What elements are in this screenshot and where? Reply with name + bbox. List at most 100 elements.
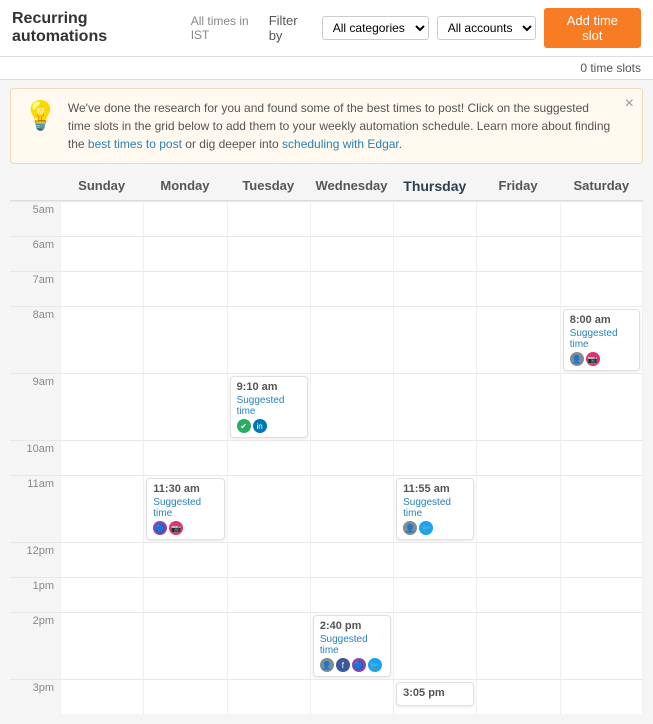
cell-mon-12pm[interactable] — [143, 542, 226, 577]
cell-tue-1pm[interactable] — [227, 577, 310, 612]
cell-sun-7am[interactable] — [60, 271, 143, 306]
cell-mon-8am[interactable] — [143, 306, 226, 373]
cell-sun-12pm[interactable] — [60, 542, 143, 577]
cell-mon-1pm[interactable] — [143, 577, 226, 612]
cell-sat-5am[interactable] — [560, 201, 643, 236]
cell-mon-10am[interactable] — [143, 440, 226, 475]
cell-wed-8am[interactable] — [310, 306, 393, 373]
suggested-slot-tue-9am[interactable]: 9:10 am Suggested time ✔ in — [230, 376, 308, 438]
cell-fri-2pm[interactable] — [476, 612, 559, 679]
cell-sat-11am[interactable] — [560, 475, 643, 542]
cell-sat-8am[interactable]: 8:00 am Suggested time 👤 📷 — [560, 306, 643, 373]
cell-tue-9am[interactable]: 9:10 am Suggested time ✔ in — [227, 373, 310, 440]
row-9am: 9am 9:10 am Suggested time ✔ in — [10, 373, 643, 440]
cell-mon-6am[interactable] — [143, 236, 226, 271]
cell-sat-3pm[interactable] — [560, 679, 643, 714]
cell-wed-9am[interactable] — [310, 373, 393, 440]
row-1pm: 1pm — [10, 577, 643, 612]
time-label-2pm: 2pm — [10, 612, 60, 679]
cell-wed-6am[interactable] — [310, 236, 393, 271]
category-filter[interactable]: All categories — [322, 16, 429, 40]
row-10am: 10am — [10, 440, 643, 475]
cell-sun-10am[interactable] — [60, 440, 143, 475]
cell-thu-6am[interactable] — [393, 236, 476, 271]
cell-mon-3pm[interactable] — [143, 679, 226, 714]
cell-tue-7am[interactable] — [227, 271, 310, 306]
cell-sat-12pm[interactable] — [560, 542, 643, 577]
cell-wed-3pm[interactable] — [310, 679, 393, 714]
tuesday-header: Tuesday — [227, 172, 310, 201]
row-5am: 5am — [10, 201, 643, 236]
cell-fri-9am[interactable] — [476, 373, 559, 440]
suggested-slot-thu-3pm[interactable]: 3:05 pm — [396, 682, 474, 706]
cell-sun-6am[interactable] — [60, 236, 143, 271]
cell-sat-1pm[interactable] — [560, 577, 643, 612]
cell-sun-8am[interactable] — [60, 306, 143, 373]
cell-tue-3pm[interactable] — [227, 679, 310, 714]
cell-thu-7am[interactable] — [393, 271, 476, 306]
cell-thu-2pm[interactable] — [393, 612, 476, 679]
cell-tue-12pm[interactable] — [227, 542, 310, 577]
suggested-slot-wed-2pm[interactable]: 2:40 pm Suggested time 👤 f 🔵 🐦 — [313, 615, 391, 677]
cell-mon-7am[interactable] — [143, 271, 226, 306]
cell-thu-12pm[interactable] — [393, 542, 476, 577]
slot-label: Suggested time — [403, 497, 467, 519]
cell-sun-1pm[interactable] — [60, 577, 143, 612]
cell-tue-6am[interactable] — [227, 236, 310, 271]
cell-fri-5am[interactable] — [476, 201, 559, 236]
suggested-slot-sat-8am[interactable]: 8:00 am Suggested time 👤 📷 — [563, 309, 640, 371]
time-label-10am: 10am — [10, 440, 60, 475]
cell-fri-3pm[interactable] — [476, 679, 559, 714]
cell-thu-9am[interactable] — [393, 373, 476, 440]
cell-mon-2pm[interactable] — [143, 612, 226, 679]
cell-fri-7am[interactable] — [476, 271, 559, 306]
cell-fri-1pm[interactable] — [476, 577, 559, 612]
cell-wed-5am[interactable] — [310, 201, 393, 236]
cell-wed-1pm[interactable] — [310, 577, 393, 612]
cell-thu-5am[interactable] — [393, 201, 476, 236]
cell-tue-5am[interactable] — [227, 201, 310, 236]
cell-fri-12pm[interactable] — [476, 542, 559, 577]
cell-sun-5am[interactable] — [60, 201, 143, 236]
cell-fri-8am[interactable] — [476, 306, 559, 373]
user-icon: 👤 — [570, 352, 584, 366]
cell-thu-3pm[interactable]: 3:05 pm — [393, 679, 476, 714]
cell-thu-1pm[interactable] — [393, 577, 476, 612]
cell-sun-9am[interactable] — [60, 373, 143, 440]
cell-thu-11am[interactable]: 11:55 am Suggested time 👤 🐦 — [393, 475, 476, 542]
cell-sat-10am[interactable] — [560, 440, 643, 475]
cell-sun-11am[interactable] — [60, 475, 143, 542]
cell-sat-6am[interactable] — [560, 236, 643, 271]
cell-sat-7am[interactable] — [560, 271, 643, 306]
cell-tue-8am[interactable] — [227, 306, 310, 373]
best-times-link[interactable]: best times to post — [88, 137, 182, 151]
cell-tue-2pm[interactable] — [227, 612, 310, 679]
cell-sun-3pm[interactable] — [60, 679, 143, 714]
cell-mon-9am[interactable] — [143, 373, 226, 440]
cell-thu-8am[interactable] — [393, 306, 476, 373]
cell-thu-10am[interactable] — [393, 440, 476, 475]
cell-fri-11am[interactable] — [476, 475, 559, 542]
cell-wed-2pm[interactable]: 2:40 pm Suggested time 👤 f 🔵 🐦 — [310, 612, 393, 679]
close-banner-button[interactable]: × — [625, 95, 634, 113]
suggested-slot-mon-11am[interactable]: 11:30 am Suggested time 🔵 📷 — [146, 478, 224, 540]
cell-tue-10am[interactable] — [227, 440, 310, 475]
add-time-slot-button[interactable]: Add time slot — [544, 8, 641, 48]
cell-wed-10am[interactable] — [310, 440, 393, 475]
cell-sun-2pm[interactable] — [60, 612, 143, 679]
time-label-12pm: 12pm — [10, 542, 60, 577]
cell-sat-2pm[interactable] — [560, 612, 643, 679]
cell-tue-11am[interactable] — [227, 475, 310, 542]
cell-mon-11am[interactable]: 11:30 am Suggested time 🔵 📷 — [143, 475, 226, 542]
cell-fri-10am[interactable] — [476, 440, 559, 475]
user-icon: 👤 — [403, 521, 417, 535]
cell-wed-12pm[interactable] — [310, 542, 393, 577]
cell-mon-5am[interactable] — [143, 201, 226, 236]
account-filter[interactable]: All accounts — [437, 16, 536, 40]
scheduling-link[interactable]: scheduling with Edgar — [282, 137, 399, 151]
suggested-slot-thu-11am[interactable]: 11:55 am Suggested time 👤 🐦 — [396, 478, 474, 540]
cell-sat-9am[interactable] — [560, 373, 643, 440]
cell-wed-11am[interactable] — [310, 475, 393, 542]
cell-wed-7am[interactable] — [310, 271, 393, 306]
cell-fri-6am[interactable] — [476, 236, 559, 271]
